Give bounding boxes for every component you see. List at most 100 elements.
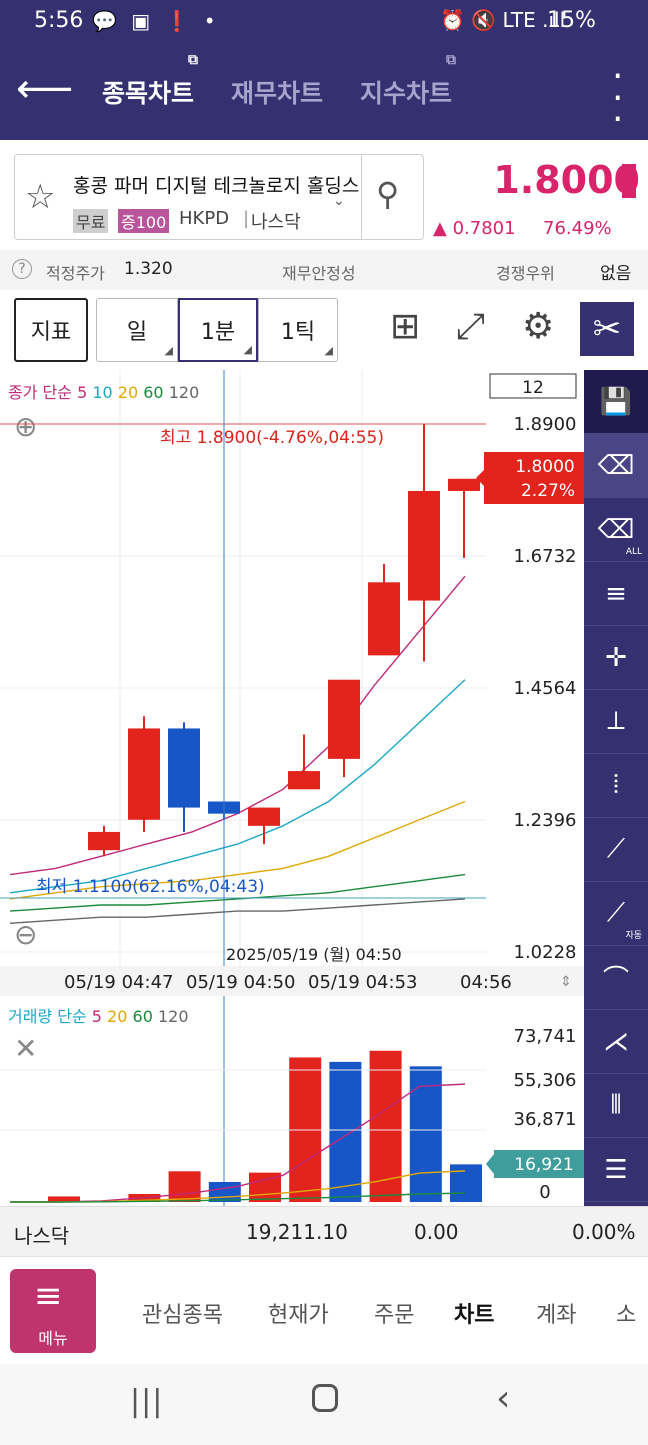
trendline-icon[interactable]: ⟋ (584, 818, 648, 882)
stock-selector[interactable]: ☆ 홍콩 파머 디지털 테크놀로지 홀딩스 ⌄ 무료 증100 HKPD | 나… (14, 154, 424, 240)
financial-stability-label[interactable]: 재무안정성 (282, 260, 356, 284)
dropdown-corner-icon: ◢ (324, 344, 333, 357)
chevron-down-icon[interactable]: ⌄ (333, 193, 345, 209)
volume-bar (329, 1061, 362, 1202)
notification-icons: 💬 ▣ ❗ • (92, 9, 220, 33)
hcl-lines-icon[interactable]: ≡ (584, 562, 648, 626)
candle-body (448, 478, 480, 491)
volume-tick-label: 55,306 (514, 1070, 577, 1091)
volume-bar (450, 1164, 482, 1202)
period-day-button[interactable]: 일 ◢ (96, 298, 178, 362)
candle-body (168, 728, 200, 808)
indicator-button[interactable]: 지표 (14, 298, 88, 362)
settings-gear-icon[interactable]: ⚙ (522, 306, 554, 347)
nav-watchlist[interactable]: 관심종목 (142, 1297, 223, 1329)
info-row: ? 적정주가 1.320 재무안정성 경쟁우위 없음 (0, 250, 648, 290)
low-annotation: 최저 1.1100(62.16%,04:43) (36, 877, 265, 897)
cycle-lines-icon[interactable]: ⫴ (584, 1074, 648, 1138)
system-nav-bar: ||| ‹ (0, 1364, 648, 1445)
volume-bar (208, 1181, 241, 1202)
nav-chart[interactable]: 차트 (454, 1297, 494, 1329)
chart-toolbar: 지표 일 ◢ 1분 ◢ 1틱 ◢ ⊞ ⤢ ⚙ ✂ (0, 294, 648, 368)
drawing-tools-button[interactable]: ✂ (580, 302, 634, 356)
moving-average-line (9, 679, 466, 894)
back-arrow-icon[interactable]: ⟵ (16, 66, 73, 112)
price-legend[interactable]: 종가 단순 5 10 20 60 120 (8, 383, 199, 402)
vertical-line-icon[interactable]: ⦙ (584, 754, 648, 818)
price-tick-label: 1.6732 (514, 546, 577, 567)
app-bar: ⟵ 종목차트 ⧉ 재무차트 지수차트 ⧉ · · · (0, 48, 648, 140)
nav-current-price[interactable]: 현재가 (268, 1297, 329, 1329)
volume-tick-label: 73,741 (514, 1026, 577, 1047)
price-chart[interactable]: 종가 단순 5 10 20 60 120 12 ⊕ ⊖ 최고 1.8900(-4… (0, 370, 584, 1206)
zoom-in-icon[interactable]: ⊕ (14, 410, 37, 443)
crosshair-tool-icon[interactable]: ✛ (584, 626, 648, 690)
price-tick-label: 1.0228 (514, 942, 577, 963)
clock: 5:56 (34, 8, 84, 33)
current-price-label: 1.8000 (515, 457, 574, 477)
auto-trendline-icon[interactable]: ⟋ 자동 (584, 882, 648, 946)
price-change-pct: 76.49% (543, 218, 612, 239)
fullscreen-icon[interactable]: ⤢ (456, 306, 485, 348)
eraser-all-icon[interactable]: ⌫ ALL (584, 498, 648, 562)
fair-price-label: 적정주가 (46, 264, 105, 283)
help-icon[interactable]: ? (12, 259, 32, 279)
time-tick-label: 05/19 04:53 (308, 972, 417, 993)
candle-body (88, 831, 120, 851)
moving-average-line (9, 898, 466, 924)
index-ticker-row[interactable]: 나스닥 19,211.10 0.00 0.00% (0, 1206, 648, 1256)
save-icon[interactable]: 💾 (584, 370, 648, 434)
grid-layout-icon[interactable]: ⊞ (390, 306, 420, 347)
bottom-nav: ≡ 메뉴 관심종목 현재가 주문 차트 계좌 소 (0, 1256, 648, 1364)
tab-index-chart[interactable]: 지수차트 ⧉ (360, 52, 456, 110)
arc-tool-icon[interactable]: ⌒ (584, 946, 648, 1010)
price-tick-label: 1.4564 (514, 678, 577, 699)
nav-more[interactable]: 소 (616, 1297, 636, 1329)
more-vertical-icon[interactable]: · · · (612, 59, 623, 138)
search-button[interactable]: ⚲ (361, 155, 424, 239)
drawing-toolbar: 💾 ⌫ ⌫ ALL ≡ ✛ ⟂ ⦙ ⟋ ⟋ 자동 ⌒ ⋌ ⫴ ☰ (584, 370, 648, 1206)
stock-name: 홍콩 파머 디지털 테크놀로지 홀딩스 (73, 175, 360, 197)
nav-account[interactable]: 계좌 (536, 1297, 576, 1329)
candle-count: 12 (522, 378, 544, 398)
price-tick-label: 1.8900 (514, 414, 577, 435)
recent-apps-icon[interactable]: ||| (130, 1384, 163, 1419)
crosshair-date-label: 2025/05/19 (월) 04:50 (226, 945, 402, 964)
copy-icon: ⧉ (188, 52, 199, 68)
price-indicator-bar (622, 164, 636, 198)
candle-body (408, 490, 440, 601)
index-name: 나스닥 (14, 1224, 70, 1248)
fan-lines-icon[interactable]: ⋌ (584, 1010, 648, 1074)
time-tick-label: 04:56 (460, 972, 512, 993)
back-icon[interactable]: ‹ (496, 1378, 510, 1419)
tab-financial-chart[interactable]: 재무차트 (231, 74, 323, 110)
tab-stock-chart[interactable]: 종목차트 ⧉ (102, 52, 198, 110)
candle-body (368, 582, 400, 656)
menu-button[interactable]: ≡ 메뉴 (10, 1269, 96, 1353)
star-icon[interactable]: ☆ (25, 177, 55, 217)
tools-icon: ✂ (592, 309, 622, 349)
ticker-symbol: HKPD (179, 208, 230, 229)
volume-legend[interactable]: 거래량 단순 5 20 60 120 (8, 1007, 189, 1026)
high-annotation: 최고 1.8900(-4.76%,04:55) (160, 428, 384, 448)
index-value: 19,211.10 (246, 1220, 348, 1244)
candle-body (328, 679, 360, 759)
period-1tick-button[interactable]: 1틱 ◢ (258, 298, 338, 362)
price-tick-label: 1.2396 (514, 810, 577, 831)
competitive-advantage-label: 경쟁우위 (496, 264, 555, 283)
axis-scroll-icon[interactable]: ⇕ (560, 974, 572, 990)
current-pct-label: 2.27% (521, 481, 575, 501)
volume-tick-label: 36,871 (514, 1109, 577, 1130)
candle-body (288, 771, 320, 790)
home-icon[interactable] (312, 1384, 338, 1412)
battery-level: 15% (547, 8, 596, 33)
copy-icon: ⧉ (446, 52, 457, 68)
close-icon[interactable]: ✕ (14, 1032, 37, 1065)
index-change: 0.00 (414, 1220, 459, 1244)
eraser-icon[interactable]: ⌫ (584, 434, 648, 498)
horizontal-line-icon[interactable]: ⟂ (584, 690, 648, 754)
nav-order[interactable]: 주문 (374, 1297, 414, 1329)
channel-lines-icon[interactable]: ☰ (584, 1138, 648, 1202)
period-1min-button[interactable]: 1분 ◢ (178, 298, 258, 362)
market-name: 나스닥 (251, 212, 301, 233)
